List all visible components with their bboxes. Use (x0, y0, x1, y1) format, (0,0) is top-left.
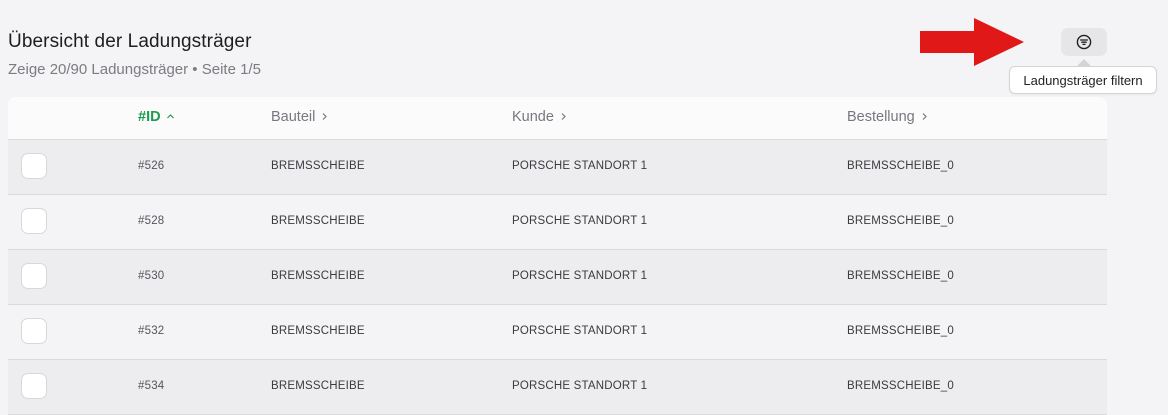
row-checkbox[interactable] (21, 263, 47, 289)
chevron-right-icon (559, 110, 568, 124)
table-row[interactable]: #530 BREMSSCHEIBE PORSCHE STANDORT 1 BRE… (8, 250, 1107, 305)
tooltip-caret (1077, 59, 1091, 66)
cell-kunde: PORSCHE STANDORT 1 (512, 215, 648, 227)
column-label: Kunde (512, 109, 554, 125)
table-header: #ID Bauteil Kunde Bestellung (8, 97, 1107, 140)
page-subtitle: Zeige 20/90 Ladungsträger • Seite 1/5 (8, 61, 261, 78)
table-row[interactable]: #526 BREMSSCHEIBE PORSCHE STANDORT 1 BRE… (8, 140, 1107, 195)
cell-id: #528 (138, 215, 165, 227)
cell-bestellung: BREMSSCHEIBE_0 (847, 270, 954, 282)
cell-id: #530 (138, 270, 165, 282)
cell-kunde: PORSCHE STANDORT 1 (512, 270, 648, 282)
column-header-id[interactable]: #ID (138, 109, 175, 125)
column-label: Bestellung (847, 109, 915, 125)
row-checkbox[interactable] (21, 318, 47, 344)
row-checkbox[interactable] (21, 153, 47, 179)
column-header-bestellung[interactable]: Bestellung (847, 109, 929, 125)
carrier-table: #ID Bauteil Kunde Bestellung #526 BREMSS… (8, 97, 1107, 415)
page-title: Übersicht der Ladungsträger (8, 31, 252, 52)
chevron-right-icon (920, 110, 929, 124)
cell-id: #532 (138, 325, 165, 337)
filter-button[interactable] (1061, 28, 1107, 56)
row-checkbox[interactable] (21, 208, 47, 234)
filter-icon (1076, 34, 1092, 50)
cell-bauteil: BREMSSCHEIBE (271, 325, 365, 337)
cell-bauteil: BREMSSCHEIBE (271, 215, 365, 227)
cell-kunde: PORSCHE STANDORT 1 (512, 325, 648, 337)
cell-id: #534 (138, 380, 165, 392)
cell-bauteil: BREMSSCHEIBE (271, 270, 365, 282)
cell-kunde: PORSCHE STANDORT 1 (512, 160, 648, 172)
cell-kunde: PORSCHE STANDORT 1 (512, 380, 648, 392)
cell-bestellung: BREMSSCHEIBE_0 (847, 160, 954, 172)
row-checkbox[interactable] (21, 373, 47, 399)
column-header-bauteil[interactable]: Bauteil (271, 109, 329, 125)
cell-id: #526 (138, 160, 165, 172)
column-header-kunde[interactable]: Kunde (512, 109, 568, 125)
cell-bestellung: BREMSSCHEIBE_0 (847, 215, 954, 227)
column-label: #ID (138, 109, 161, 125)
cell-bestellung: BREMSSCHEIBE_0 (847, 380, 954, 392)
table-row[interactable]: #528 BREMSSCHEIBE PORSCHE STANDORT 1 BRE… (8, 195, 1107, 250)
sort-ascending-icon (166, 110, 175, 124)
chevron-right-icon (320, 110, 329, 124)
red-arrow-icon (920, 18, 1024, 66)
cell-bestellung: BREMSSCHEIBE_0 (847, 325, 954, 337)
filter-tooltip: Ladungsträger filtern (1009, 66, 1157, 94)
cell-bauteil: BREMSSCHEIBE (271, 380, 365, 392)
column-label: Bauteil (271, 109, 316, 125)
cell-bauteil: BREMSSCHEIBE (271, 160, 365, 172)
table-row[interactable]: #532 BREMSSCHEIBE PORSCHE STANDORT 1 BRE… (8, 305, 1107, 360)
